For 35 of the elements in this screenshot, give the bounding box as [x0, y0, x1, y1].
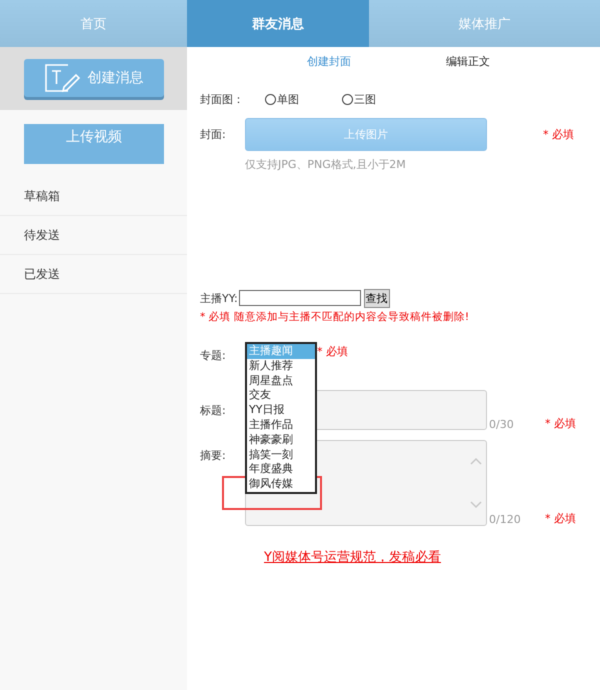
- listbox-option[interactable]: 新人推荐: [247, 358, 315, 374]
- listbox-option[interactable]: 主播作品: [247, 418, 315, 433]
- field-label: 封面:: [200, 126, 227, 142]
- listbox-option[interactable]: YY日报: [247, 403, 315, 418]
- sidebar-item[interactable]: 待发送: [0, 216, 187, 255]
- listbox-option[interactable]: 搞笑一刻: [247, 448, 315, 462]
- sidebar-item[interactable]: 已发送: [0, 255, 187, 294]
- char-counter: 0/120: [489, 513, 522, 526]
- radio-option[interactable]: 单图: [265, 92, 299, 106]
- find-button[interactable]: 查找: [364, 288, 390, 308]
- listbox-option[interactable]: 御风传媒: [247, 477, 315, 492]
- char-counter: 0/30: [489, 418, 515, 431]
- format-hint: 仅支持JPG、PNG格式,且小于2M: [245, 157, 407, 172]
- field-label: 封面图：: [200, 92, 245, 106]
- field-label: 摘要:: [200, 448, 227, 463]
- listbox-option[interactable]: 周星盘点: [247, 374, 315, 388]
- required-note: * 必填: [543, 126, 574, 142]
- text-edit-icon: [44, 63, 82, 93]
- topic-dropdown-menu[interactable]: 主播趣闻 新人推荐 周星盘点 交友 YY日报 主播作品 神豪豪刷 搞笑一刻 年度盛典 御风传媒: [245, 342, 317, 494]
- radio-option[interactable]: 三图: [342, 92, 376, 106]
- subtab[interactable]: 创建封面: [307, 54, 351, 68]
- required-note: * 必填: [545, 416, 576, 431]
- listbox-option[interactable]: 神豪豪刷: [247, 432, 315, 448]
- listbox-option[interactable]: 年度盛典: [247, 462, 315, 478]
- listbox-option[interactable]: 交友: [247, 388, 315, 404]
- sidebar-item[interactable]: 草稿箱: [0, 177, 187, 216]
- warning-text: * 必填 随意添加与主播不匹配的内容会导致稿件被删除!: [200, 310, 470, 324]
- required-note: * 必填: [317, 344, 348, 359]
- required-note: * 必填: [545, 511, 576, 526]
- anchor-input[interactable]: [238, 290, 361, 306]
- field-label: 专题:: [200, 348, 227, 363]
- guidelines-link[interactable]: Y阅媒体号运营规范，发稿必看: [264, 548, 441, 566]
- subtab[interactable]: 编辑正文: [446, 54, 490, 68]
- field-label: 主播YY:: [200, 290, 238, 306]
- field-label: 标题:: [200, 402, 227, 418]
